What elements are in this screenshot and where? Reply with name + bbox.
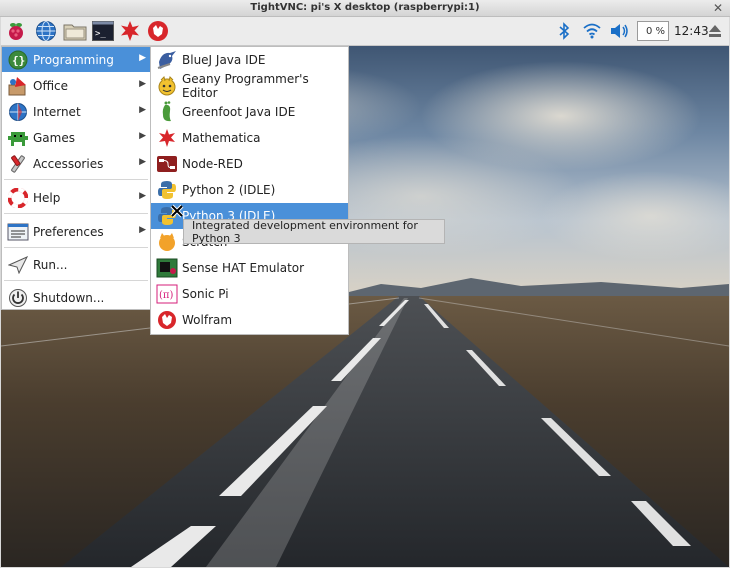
office-icon (5, 76, 31, 96)
submenu-item-label: Node-RED (182, 157, 243, 171)
wifi-icon[interactable] (581, 21, 603, 41)
top-panel: >_ 0 % 12:43 (1, 17, 729, 46)
close-icon[interactable]: ✕ (712, 2, 724, 14)
chevron-right-icon: ▶ (139, 53, 146, 63)
submenu-item-mathematica[interactable]: Mathematica (151, 125, 348, 151)
greenfoot-icon (155, 101, 179, 123)
submenu-item-python2[interactable]: Python 2 (IDLE) (151, 177, 348, 203)
eject-icon[interactable] (705, 21, 725, 41)
wolfram-icon (155, 309, 179, 331)
programming-submenu: BlueJ Java IDE Geany Programmer's Editor… (150, 46, 349, 335)
submenu-item-label: BlueJ Java IDE (182, 53, 266, 67)
menu-item-label: Games (33, 130, 75, 145)
raspberry-menu-icon[interactable] (4, 20, 28, 42)
menu-separator (4, 247, 148, 248)
chevron-right-icon: ▶ (139, 105, 146, 115)
terminal-icon[interactable]: >_ (91, 20, 115, 42)
menu-item-label: Office (33, 78, 69, 93)
menu-item-label: Internet (33, 104, 81, 119)
submenu-item-node-red[interactable]: Node-RED (151, 151, 348, 177)
sonic-pi-icon: (π) (155, 283, 179, 305)
geany-icon (155, 75, 179, 97)
wolfram-icon[interactable] (146, 20, 170, 42)
submenu-item-greenfoot[interactable]: Greenfoot Java IDE (151, 99, 348, 125)
submenu-item-label: Geany Programmer's Editor (181, 72, 309, 100)
svg-text:(π): (π) (159, 290, 173, 301)
menu-item-label: Shutdown... (33, 290, 105, 305)
scratch-icon (155, 231, 179, 253)
games-icon (5, 128, 31, 148)
submenu-item-label: Mathematica (182, 131, 261, 145)
submenu-item-label: Sonic Pi (182, 287, 229, 301)
menu-item-accessories[interactable]: Accessories ▶ (2, 151, 150, 176)
mathematica-icon[interactable] (118, 20, 142, 42)
chevron-right-icon: ▶ (139, 79, 146, 89)
cursor-icon (170, 204, 184, 218)
chevron-right-icon: ▶ (139, 191, 146, 201)
menu-item-label: Preferences (33, 224, 104, 239)
menu-item-run[interactable]: Run... (2, 252, 150, 277)
submenu-item-label: Greenfoot Java IDE (182, 105, 296, 119)
chevron-right-icon: ▶ (139, 157, 146, 167)
menu-item-label: Run... (33, 257, 68, 272)
svg-text:{}: {} (12, 54, 25, 67)
preferences-icon (5, 222, 31, 242)
python-icon (155, 179, 179, 201)
submenu-item-geany[interactable]: Geany Programmer's Editor (151, 72, 348, 100)
window-titlebar: TightVNC: pi's X desktop (raspberrypi:1)… (0, 0, 730, 17)
menu-item-games[interactable]: Games ▶ (2, 125, 150, 150)
submenu-item-wolfram[interactable]: Wolfram (151, 307, 348, 333)
submenu-item-label: Sense HAT Emulator (182, 261, 305, 275)
file-manager-icon[interactable] (63, 20, 87, 42)
menu-separator (4, 213, 148, 214)
cpu-monitor[interactable]: 0 % (637, 21, 669, 41)
mathematica-icon (155, 127, 179, 149)
chevron-right-icon: ▶ (139, 225, 146, 235)
sense-hat-icon (155, 257, 179, 279)
menu-separator (4, 280, 148, 281)
bluej-icon (155, 49, 179, 71)
submenu-item-label: Python 2 (IDLE) (182, 183, 276, 197)
volume-icon[interactable] (609, 21, 631, 41)
menu-item-internet[interactable]: Internet ▶ (2, 99, 150, 124)
internet-icon (5, 102, 31, 122)
menu-item-programming[interactable]: {} Programming ▶ (2, 47, 150, 72)
chevron-right-icon: ▶ (139, 131, 146, 141)
submenu-item-bluej[interactable]: BlueJ Java IDE (151, 47, 348, 73)
run-icon (5, 255, 31, 275)
clock[interactable]: 12:43 (674, 24, 709, 38)
menu-item-label: Accessories (33, 156, 104, 171)
menu-item-preferences[interactable]: Preferences ▶ (2, 219, 150, 244)
accessories-icon (5, 154, 31, 174)
submenu-item-label: Wolfram (182, 313, 233, 327)
menu-item-shutdown[interactable]: Shutdown... (2, 285, 150, 310)
programming-icon: {} (5, 50, 31, 70)
tooltip: Integrated development environment for P… (183, 219, 445, 245)
window-title: TightVNC: pi's X desktop (raspberrypi:1) (250, 2, 480, 13)
submenu-item-sonic-pi[interactable]: (π) Sonic Pi (151, 281, 348, 307)
menu-item-label: Help (33, 190, 61, 205)
shutdown-icon (5, 288, 31, 308)
menu-item-office[interactable]: Office ▶ (2, 73, 150, 98)
node-red-icon (155, 153, 179, 175)
svg-text:>_: >_ (95, 29, 106, 39)
menu-separator (4, 179, 148, 180)
bluetooth-icon[interactable] (554, 21, 574, 41)
main-menu: {} Programming ▶ Office ▶ Internet ▶ Gam… (1, 46, 151, 310)
web-browser-icon[interactable] (34, 20, 58, 42)
menu-item-help[interactable]: Help ▶ (2, 185, 150, 210)
help-icon (5, 187, 31, 208)
menu-item-label: Programming (33, 52, 114, 67)
submenu-item-sense-hat[interactable]: Sense HAT Emulator (151, 255, 348, 281)
